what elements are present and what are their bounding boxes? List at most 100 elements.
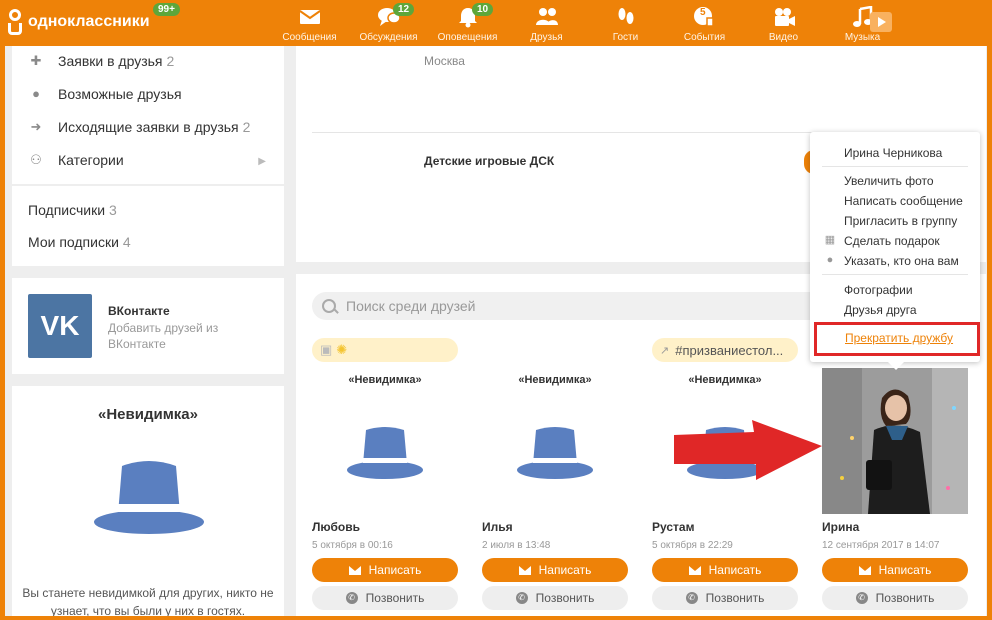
subscriptions-menu: Подписчики 3 Мои подписки 4	[12, 186, 284, 266]
site-logo[interactable]: одноклассники 99+	[8, 3, 180, 35]
friend-card: «Невидимка» Илья 2 июля в 13:48 Написать…	[482, 368, 628, 618]
call-button[interactable]: ✆ Позвонить	[652, 586, 798, 610]
sidebar-item-count: 4	[122, 234, 131, 250]
menu-item-write-message[interactable]: Написать сообщение	[844, 194, 963, 208]
context-menu-header[interactable]: Ирина Черникова	[844, 146, 942, 160]
call-button[interactable]: ✆ Позвонить	[482, 586, 628, 610]
nav-badge: 5	[700, 7, 706, 18]
call-label: Позвонить	[705, 591, 765, 605]
vk-import-card[interactable]: VK ВКонтакте Добавить друзей из ВКонтакт…	[12, 278, 284, 374]
status-pill[interactable]: ▣ ✺	[312, 338, 458, 362]
friend-name[interactable]: Ирина	[822, 520, 859, 534]
search-placeholder: Поиск среди друзей	[346, 298, 476, 314]
nav-notifications[interactable]: 10 Оповещения	[428, 0, 507, 46]
menu-item-invite-group[interactable]: Пригласить в группу	[844, 214, 957, 228]
nav-badge: 10	[472, 3, 494, 16]
phone-icon: ✆	[685, 592, 698, 604]
menu-item-photos[interactable]: Фотографии	[844, 283, 913, 297]
invisible-title: «Невидимка»	[98, 406, 198, 423]
nav-label: Оповещения	[437, 32, 498, 43]
menu-item-enlarge-photo[interactable]: Увеличить фото	[844, 174, 934, 188]
nav-label: События	[683, 32, 726, 43]
search-icon	[322, 299, 336, 313]
write-button[interactable]: Написать	[482, 558, 628, 582]
friend-card: «Невидимка» Любовь 5 октября в 00:16 Нап…	[312, 368, 458, 618]
hat-icon	[94, 461, 204, 534]
nav-messages[interactable]: Сообщения	[270, 0, 349, 46]
friends-menu: ✚ Заявки в друзья 2 ● Возможные друзья ➜…	[12, 46, 284, 184]
logo-text: одноклассники	[28, 13, 150, 30]
sidebar-item-count: 3	[109, 202, 117, 218]
menu-item-friends-of-friend[interactable]: Друзья друга	[844, 303, 917, 317]
nav-label: Музыка	[844, 32, 881, 43]
sidebar-item-count: 2	[166, 53, 175, 69]
write-button[interactable]: Написать	[652, 558, 798, 582]
friends-icon	[535, 8, 558, 25]
call-label: Позвонить	[535, 591, 595, 605]
main-nav: Сообщения 12 Обсуждения 10 Оповещения Др…	[270, 0, 902, 46]
possible-friends-icon: ●	[32, 86, 40, 101]
write-label: Написать	[368, 563, 422, 577]
invisible-description: Вы станете невидимкой для других, никто …	[22, 586, 274, 618]
friend-name[interactable]: Рустам	[652, 520, 694, 534]
write-label: Написать	[708, 563, 762, 577]
nav-label: Видео	[768, 32, 799, 43]
sidebar-item-categories[interactable]: ⚇ Категории	[28, 150, 124, 170]
nav-events[interactable]: 5 События	[665, 0, 744, 46]
nav-label: Обсуждения	[359, 32, 418, 43]
friend-last-seen: 2 июля в 13:48	[482, 540, 551, 551]
sidebar-item-outgoing-requests[interactable]: ➜ Исходящие заявки в друзья 2	[28, 117, 251, 137]
friend-last-seen: 5 октября в 00:16	[312, 540, 393, 551]
play-video-button[interactable]	[870, 12, 892, 32]
sidebar-item-possible-friends[interactable]: ● Возможные друзья	[28, 84, 182, 104]
hat-icon[interactable]	[517, 424, 593, 484]
write-button[interactable]: Написать	[312, 558, 458, 582]
highlight-box: Прекратить дружбу	[814, 322, 980, 356]
frame-left	[0, 0, 5, 620]
arrow-annotation-icon	[674, 420, 822, 480]
friend-name[interactable]: Илья	[482, 520, 513, 534]
nav-discussions[interactable]: 12 Обсуждения	[349, 0, 428, 46]
nav-label: Гости	[612, 32, 639, 43]
sidebar-item-label: Заявки в друзья	[58, 53, 163, 69]
sidebar-item-label: Исходящие заявки в друзья	[58, 119, 239, 135]
invisible-promo-card[interactable]: «Невидимка» Вы станете невидимкой для др…	[12, 386, 284, 620]
envelope-icon	[518, 565, 531, 575]
sidebar-item-label: Мои подписки	[28, 234, 119, 250]
menu-item-end-friendship[interactable]: Прекратить дружбу	[845, 331, 953, 345]
menu-item-set-relation[interactable]: Указать, кто она вам	[844, 254, 959, 268]
status-pill[interactable]: ↗ #призваниестол...	[652, 338, 798, 362]
add-friend-icon: ✚	[30, 53, 42, 68]
chevron-right-icon: ▶	[258, 156, 266, 167]
write-label: Написать	[878, 563, 932, 577]
profile-group[interactable]: Детские игровые ДСК	[424, 154, 554, 168]
frame-right	[987, 0, 992, 620]
friend-photo[interactable]	[822, 368, 968, 514]
hat-icon[interactable]	[347, 424, 423, 484]
phone-icon: ✆	[855, 592, 868, 604]
sidebar-item-label: Категории	[58, 152, 124, 168]
write-label: Написать	[538, 563, 592, 577]
write-button[interactable]: Написать	[822, 558, 968, 582]
sidebar-item-my-subscriptions[interactable]: Мои подписки 4	[28, 234, 131, 250]
search-input[interactable]: Поиск среди друзей	[312, 292, 832, 320]
external-link-icon: ↗	[660, 344, 670, 357]
nav-label: Друзья	[530, 32, 563, 43]
sparkle-icon: ✺	[336, 342, 348, 357]
group-icon: ⚇	[30, 152, 42, 167]
sidebar-item-count: 2	[242, 119, 251, 135]
call-button[interactable]: ✆ Позвонить	[822, 586, 968, 610]
friend-context-menu: Ирина Черникова Увеличить фото Написать …	[810, 132, 980, 370]
sidebar-item-label: Возможные друзья	[58, 86, 182, 102]
divider	[822, 166, 968, 167]
call-button[interactable]: ✆ Позвонить	[312, 586, 458, 610]
friend-name[interactable]: Любовь	[312, 520, 360, 534]
nav-video[interactable]: Видео	[744, 0, 823, 46]
sidebar-item-subscribers[interactable]: Подписчики 3	[28, 202, 117, 218]
menu-item-send-gift[interactable]: Сделать подарок	[844, 234, 940, 248]
sidebar-item-friend-requests[interactable]: ✚ Заявки в друзья 2	[28, 51, 175, 71]
nav-guests[interactable]: Гости	[586, 0, 665, 46]
location-pin-icon: ●	[826, 254, 834, 266]
phone-icon: ✆	[345, 592, 358, 604]
nav-friends[interactable]: Друзья	[507, 0, 586, 46]
